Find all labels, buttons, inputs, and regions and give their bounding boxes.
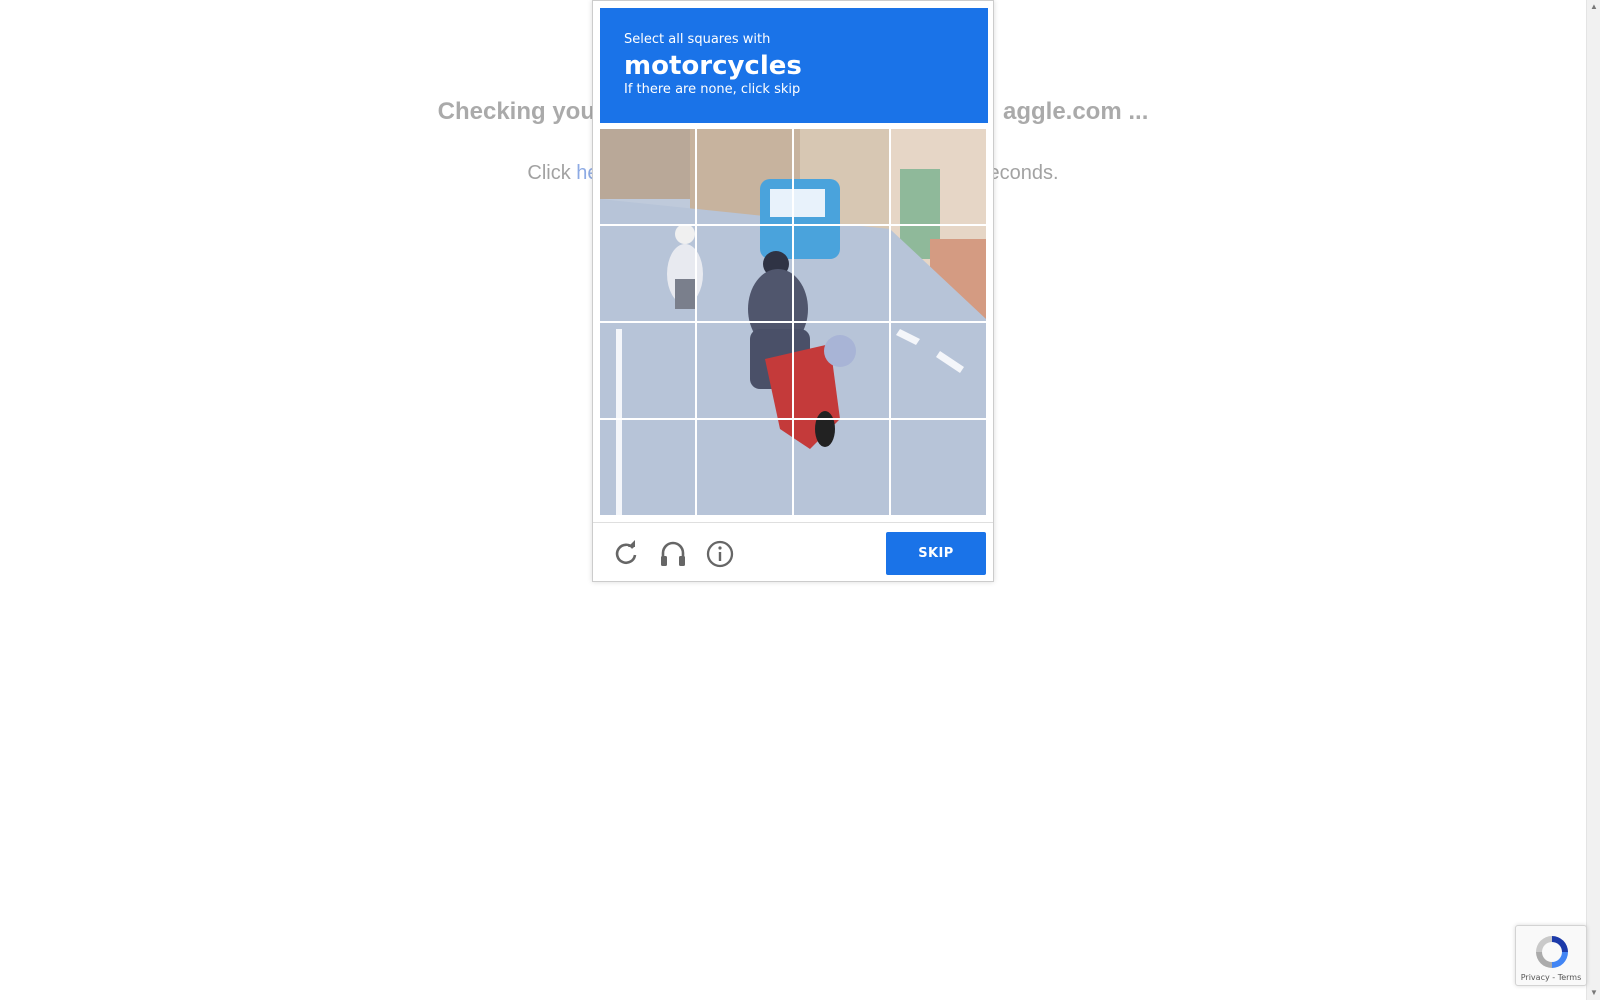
- grid-tile[interactable]: [891, 129, 986, 224]
- grid-tile[interactable]: [600, 420, 695, 515]
- badge-links: Privacy - Terms: [1520, 973, 1582, 982]
- image-grid: [600, 129, 986, 515]
- grid-tile[interactable]: [697, 323, 792, 418]
- grid-tile[interactable]: [697, 129, 792, 224]
- recaptcha-badge[interactable]: Privacy - Terms: [1515, 925, 1587, 986]
- instruction-hint: If there are none, click skip: [624, 82, 801, 97]
- instruction-line: Select all squares with: [624, 32, 771, 47]
- grid-tile[interactable]: [794, 323, 889, 418]
- skip-button[interactable]: SKIP: [886, 532, 986, 575]
- grid-tile[interactable]: [600, 226, 695, 321]
- headphones-icon[interactable]: [658, 539, 688, 569]
- page-scrollbar[interactable]: ▲ ▼: [1586, 0, 1600, 1000]
- grid-tile[interactable]: [891, 420, 986, 515]
- scroll-up-icon[interactable]: ▲: [1589, 2, 1599, 12]
- terms-link[interactable]: Terms: [1558, 973, 1582, 982]
- captcha-challenge: Select all squares with motorcycles If t…: [592, 0, 994, 582]
- grid-tile[interactable]: [891, 226, 986, 321]
- grid-tile[interactable]: [794, 226, 889, 321]
- scroll-down-icon[interactable]: ▼: [1589, 988, 1599, 998]
- grid-tile[interactable]: [891, 323, 986, 418]
- grid-tile[interactable]: [600, 129, 695, 224]
- grid-tile[interactable]: [794, 420, 889, 515]
- footer-divider: [593, 522, 993, 523]
- reload-icon[interactable]: [611, 539, 641, 569]
- challenge-instructions: Select all squares with motorcycles If t…: [600, 8, 988, 123]
- privacy-link[interactable]: Privacy: [1521, 973, 1550, 982]
- grid-tile[interactable]: [600, 323, 695, 418]
- grid-tile[interactable]: [794, 129, 889, 224]
- recaptcha-logo-icon: [1536, 936, 1568, 968]
- grid-tile[interactable]: [697, 226, 792, 321]
- instruction-target: motorcycles: [624, 51, 802, 81]
- info-icon[interactable]: [705, 539, 735, 569]
- grid-tile[interactable]: [697, 420, 792, 515]
